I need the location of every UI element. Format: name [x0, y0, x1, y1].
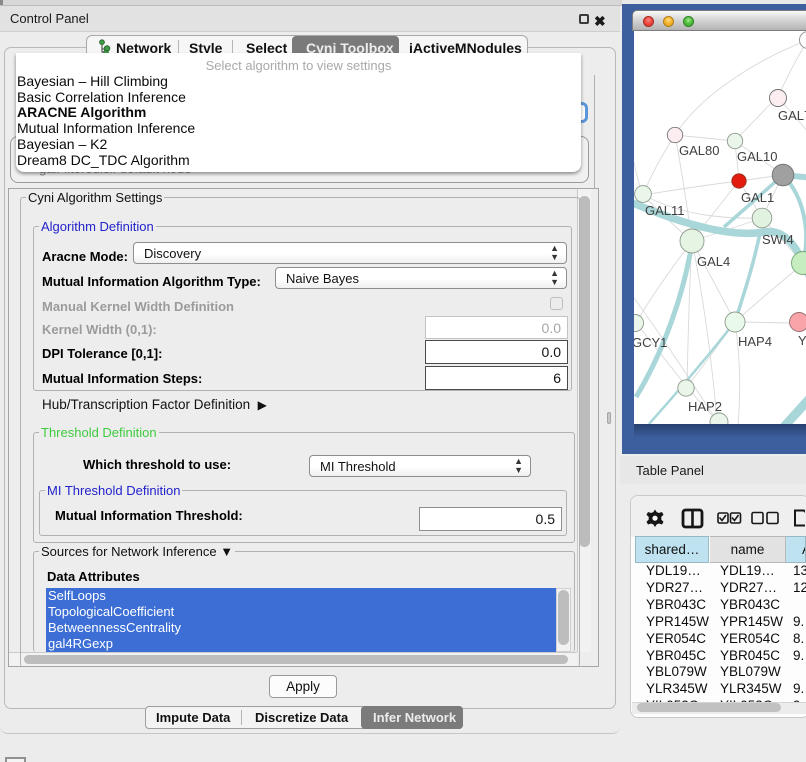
svg-text:GAL1: GAL1 [741, 190, 774, 205]
svg-text:GAL7: GAL7 [778, 108, 806, 123]
svg-text:HAP4: HAP4 [738, 334, 772, 349]
svg-text:GCY1: GCY1 [634, 335, 667, 350]
svg-text:SWI4: SWI4 [762, 232, 794, 247]
svg-text:GAL80: GAL80 [679, 143, 719, 158]
svg-text:HAP2: HAP2 [688, 399, 722, 414]
svg-text:GAL10: GAL10 [737, 149, 777, 164]
svg-text:GAL11: GAL11 [645, 203, 685, 218]
svg-text:GAL4: GAL4 [697, 254, 730, 269]
svg-text:YM: YM [798, 333, 806, 348]
